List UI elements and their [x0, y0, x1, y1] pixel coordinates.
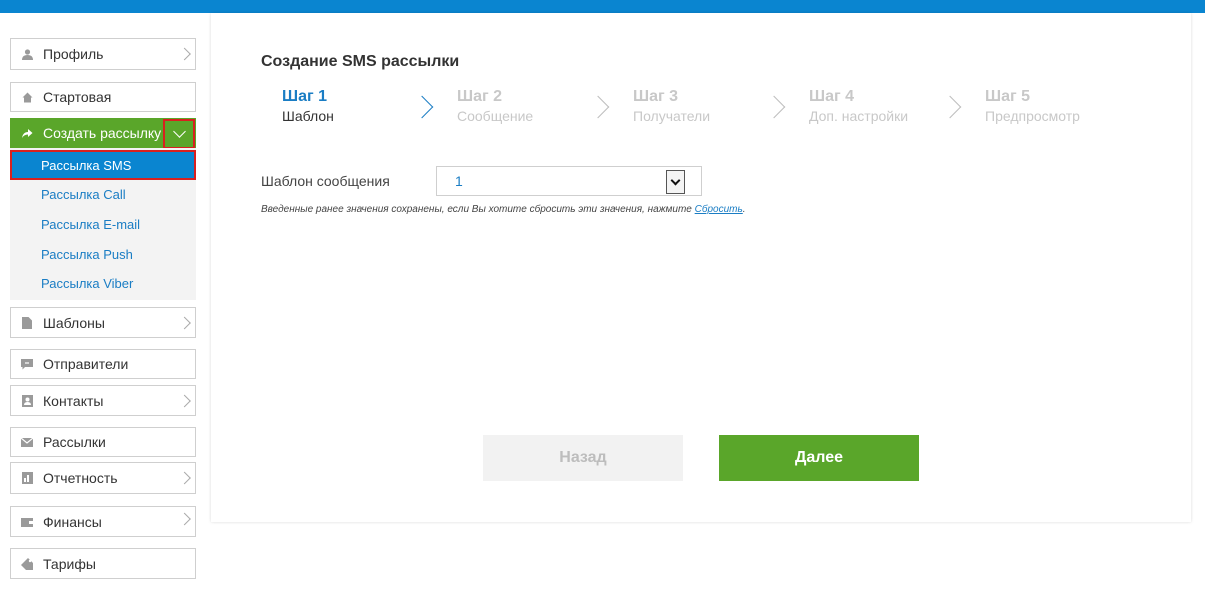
message-icon [21, 358, 33, 370]
step-2: Шаг 2 Сообщение [457, 88, 533, 124]
hint-text: Введенные ранее значения сохранены, если… [261, 204, 695, 215]
page-title: Создание SMS рассылки [261, 53, 460, 70]
select-dropdown-button[interactable] [666, 170, 685, 194]
step-label: Сообщение [457, 108, 534, 124]
step-label: Доп. настройки [809, 108, 909, 124]
sidebar-item-contacts[interactable]: Контакты [10, 385, 196, 416]
sidebar-item-label: Тарифы [43, 555, 96, 572]
sidebar-item-create[interactable]: Создать рассылку [10, 118, 196, 149]
template-field-label: Шаблон сообщения [261, 173, 390, 189]
chevron-down-icon [670, 175, 681, 185]
step-label: Предпросмотр [985, 108, 1080, 124]
sidebar-item-label: Контакты [43, 392, 104, 409]
envelope-icon [21, 436, 33, 448]
saved-values-hint: Введенные ранее значения сохранены, если… [261, 204, 746, 215]
top-bar [0, 0, 1205, 13]
sidebar-item-label: Создать рассылку [43, 125, 162, 141]
step-number: Шаг 5 [985, 88, 1030, 105]
sidebar-item-label: Финансы [43, 513, 102, 530]
sidebar-item-templates[interactable]: Шаблоны [10, 307, 196, 338]
tag-icon [21, 557, 33, 570]
sidebar-item-label: Отправители [43, 356, 129, 372]
step-number: Шаг 3 [633, 88, 678, 105]
sidebar-item-profile[interactable]: Профиль [10, 38, 196, 70]
document-icon [21, 316, 33, 329]
sidebar-item-label: Профиль [43, 46, 104, 62]
chevron-right-icon [586, 95, 610, 119]
step-label: Шаблон [282, 108, 334, 124]
sidebar-item-label: Шаблоны [43, 314, 105, 331]
reset-link[interactable]: Сбросить [695, 204, 743, 215]
chevron-right-icon [178, 471, 191, 485]
home-icon [21, 91, 33, 103]
submenu-item-call[interactable]: Рассылка Call [10, 179, 196, 209]
share-arrow-icon [21, 127, 33, 139]
submenu-item-sms[interactable]: Рассылка SMS [10, 150, 196, 180]
submenu-item-viber[interactable]: Рассылка Viber [10, 268, 196, 298]
sidebar-item-mailings[interactable]: Рассылки [10, 427, 196, 457]
sidebar-item-finance[interactable]: Финансы [10, 506, 196, 537]
step-number: Шаг 4 [809, 88, 854, 105]
step-label: Получатели [633, 108, 711, 124]
sidebar-item-reports[interactable]: Отчетность [10, 462, 196, 494]
sidebar-item-label: Отчетность [43, 470, 118, 486]
expand-dropdown-button[interactable] [163, 119, 195, 149]
back-button[interactable]: Назад [483, 435, 683, 481]
step-number: Шаг 2 [457, 88, 502, 105]
report-icon [21, 472, 33, 484]
hint-end: . [742, 204, 746, 215]
submenu-item-push[interactable]: Рассылка Push [10, 239, 196, 269]
main-panel: Создание SMS рассылки Шаг 1 Шаблон Шаг 2… [211, 13, 1191, 522]
next-button[interactable]: Далее [719, 435, 919, 481]
step-1: Шаг 1 Шаблон [282, 88, 334, 124]
sidebar-item-senders[interactable]: Отправители [10, 349, 196, 379]
step-3: Шаг 3 Получатели [633, 88, 710, 124]
user-icon [21, 48, 33, 60]
sidebar-item-label: Стартовая [43, 89, 112, 105]
chevron-right-icon [410, 95, 434, 119]
chevron-right-icon [762, 95, 786, 119]
chevron-right-icon [938, 95, 962, 119]
submenu-item-email[interactable]: Рассылка E-mail [10, 209, 196, 239]
chevron-right-icon [178, 394, 191, 407]
step-4: Шаг 4 Доп. настройки [809, 88, 908, 124]
step-5: Шаг 5 Предпросмотр [985, 88, 1080, 124]
template-select[interactable]: 1 [436, 166, 702, 196]
chevron-right-icon [178, 47, 191, 61]
template-select-value: 1 [455, 173, 463, 189]
chevron-right-icon [178, 316, 191, 329]
step-number: Шаг 1 [282, 88, 327, 105]
contact-card-icon [21, 394, 33, 407]
sidebar-item-label: Рассылки [43, 434, 106, 450]
sidebar-item-start[interactable]: Стартовая [10, 82, 196, 112]
chevron-down-icon [172, 124, 186, 138]
wallet-icon [21, 516, 33, 528]
chevron-right-icon [178, 512, 191, 525]
submenu-panel: Рассылка SMS Рассылка Call Рассылка E-ma… [10, 148, 196, 300]
sidebar-item-tariffs[interactable]: Тарифы [10, 548, 196, 579]
